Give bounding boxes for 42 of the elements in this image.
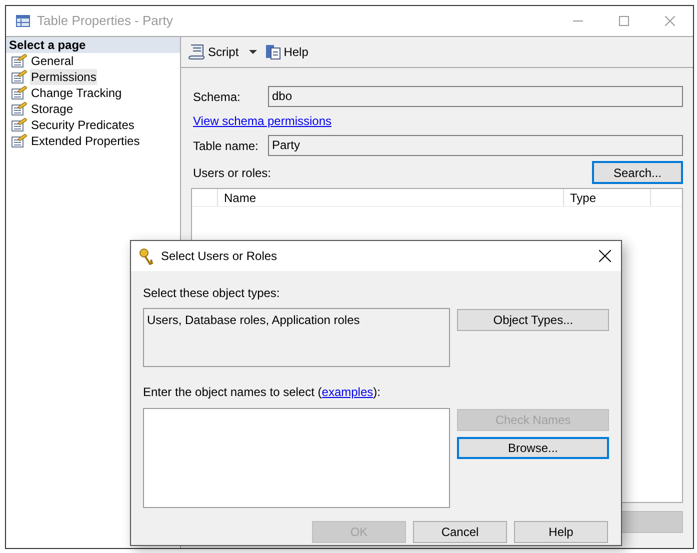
page-icon [11,102,27,116]
sidebar-item[interactable]: Change Tracking [30,85,123,101]
sidebar-item[interactable]: Extended Properties [30,133,141,149]
dialog-title: Select Users or Roles [161,248,278,265]
schema-field: dbo [268,86,683,107]
page-icon [11,118,27,132]
sidebar-item[interactable]: Security Predicates [30,117,136,133]
object-types-label: Select these object types: [143,285,281,302]
close-icon[interactable] [599,250,611,262]
maximize-icon[interactable] [619,16,629,26]
document-icon [264,44,281,60]
page-icon [11,54,27,68]
sidebar-item[interactable]: Permissions [30,69,98,85]
column-header[interactable]: Type [564,189,651,206]
users-label: Users or roles: [192,164,272,182]
column-header[interactable]: Name [218,189,564,206]
keys-icon [139,248,155,264]
help-button[interactable]: Help [264,43,308,61]
search-button[interactable]: Search... [592,161,683,184]
dialog-button[interactable]: Object Types... [457,309,609,331]
page-icon [11,134,27,148]
dialog-button[interactable]: Cancel [413,521,507,543]
sidebar-item[interactable]: Storage [30,101,74,117]
examples-link[interactable]: examples [322,385,374,399]
sidebar-heading: Select a page [6,37,180,53]
table-name-field: Party [268,135,683,156]
script-button[interactable]: Script [188,43,239,61]
page-icon [11,70,27,84]
dialog-button[interactable]: Browse... [457,437,609,459]
table-icon [16,15,30,27]
object-names-field[interactable] [143,408,450,508]
window-title: Table Properties - Party [37,12,173,30]
page-icon [11,86,27,100]
object-types-field: Users, Database roles, Application roles [143,308,450,367]
dropdown-caret-icon[interactable] [248,50,257,54]
schema-permissions-link[interactable]: View schema permissions [191,112,332,130]
dialog-button[interactable]: Help [514,521,608,543]
scroll-icon [188,44,206,60]
sidebar-item[interactable]: General [30,53,75,69]
object-names-label: Enter the object names to select (examples): [143,384,382,401]
table-name-label: Table name: [192,138,260,154]
schema-label: Schema: [192,88,242,106]
